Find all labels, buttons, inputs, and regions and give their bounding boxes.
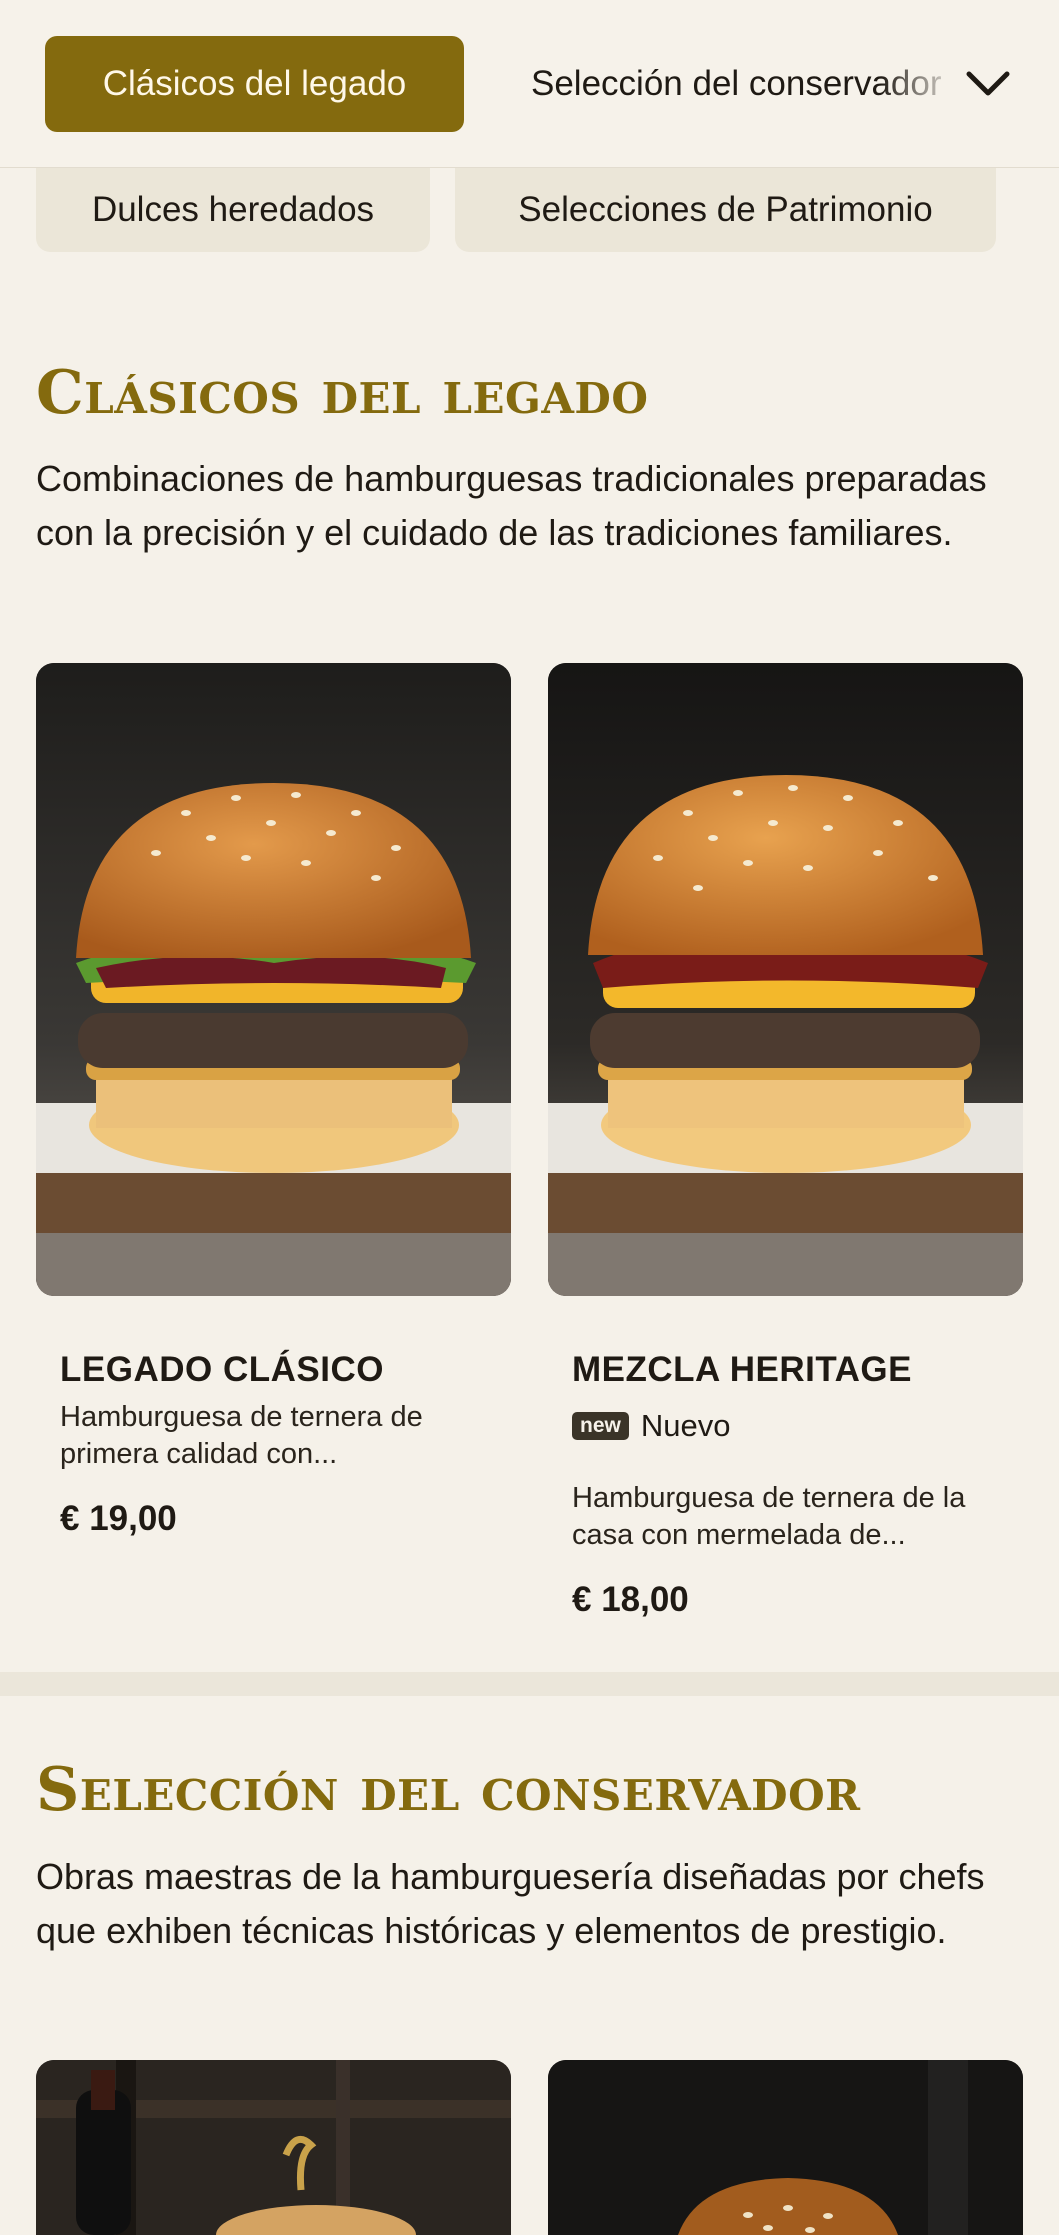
product-image[interactable] [548, 663, 1023, 1296]
product-image[interactable] [36, 2060, 511, 2235]
category-chip-selecciones[interactable]: Selecciones de Patrimonio [455, 168, 996, 252]
product-price: € 19,00 [60, 1499, 177, 1538]
section-description: Obras maestras de la hamburguesería dise… [36, 1856, 985, 1951]
new-badge: new [572, 1412, 629, 1440]
section-divider [0, 1672, 1059, 1696]
category-tab-active[interactable]: Clásicos del legado [45, 36, 464, 132]
section-description: Combinaciones de hamburguesas tradiciona… [36, 458, 987, 553]
product-image[interactable] [548, 2060, 1023, 2235]
section-title: Selección del conservador [36, 1755, 861, 1825]
product-price: € 18,00 [572, 1580, 689, 1619]
new-badge-row: new Nuevo [572, 1408, 730, 1444]
product-description: Hamburguesa de ternera de primera calida… [60, 1401, 423, 1470]
category-nav: Clásicos del legado Selección del conser… [0, 0, 1059, 168]
product-name[interactable]: MEZCLA HERITAGE [572, 1350, 912, 1390]
section-title: Clásicos del legado [36, 358, 649, 428]
chevron-down-icon[interactable] [960, 56, 1016, 112]
product-image[interactable] [36, 663, 511, 1296]
product-description: Hamburguesa de ternera de la casa con me… [572, 1482, 966, 1551]
category-chip-label: Selecciones de Patrimonio [518, 190, 933, 229]
category-chip-label: Dulces heredados [91, 190, 375, 229]
category-tab-label: Clásicos del legado [102, 64, 407, 103]
scroll-fade [880, 20, 960, 150]
new-badge-label: Nuevo [640, 1408, 731, 1443]
category-chip-dulces[interactable]: Dulces heredados [36, 168, 430, 252]
product-name[interactable]: LEGADO CLÁSICO [60, 1350, 384, 1390]
